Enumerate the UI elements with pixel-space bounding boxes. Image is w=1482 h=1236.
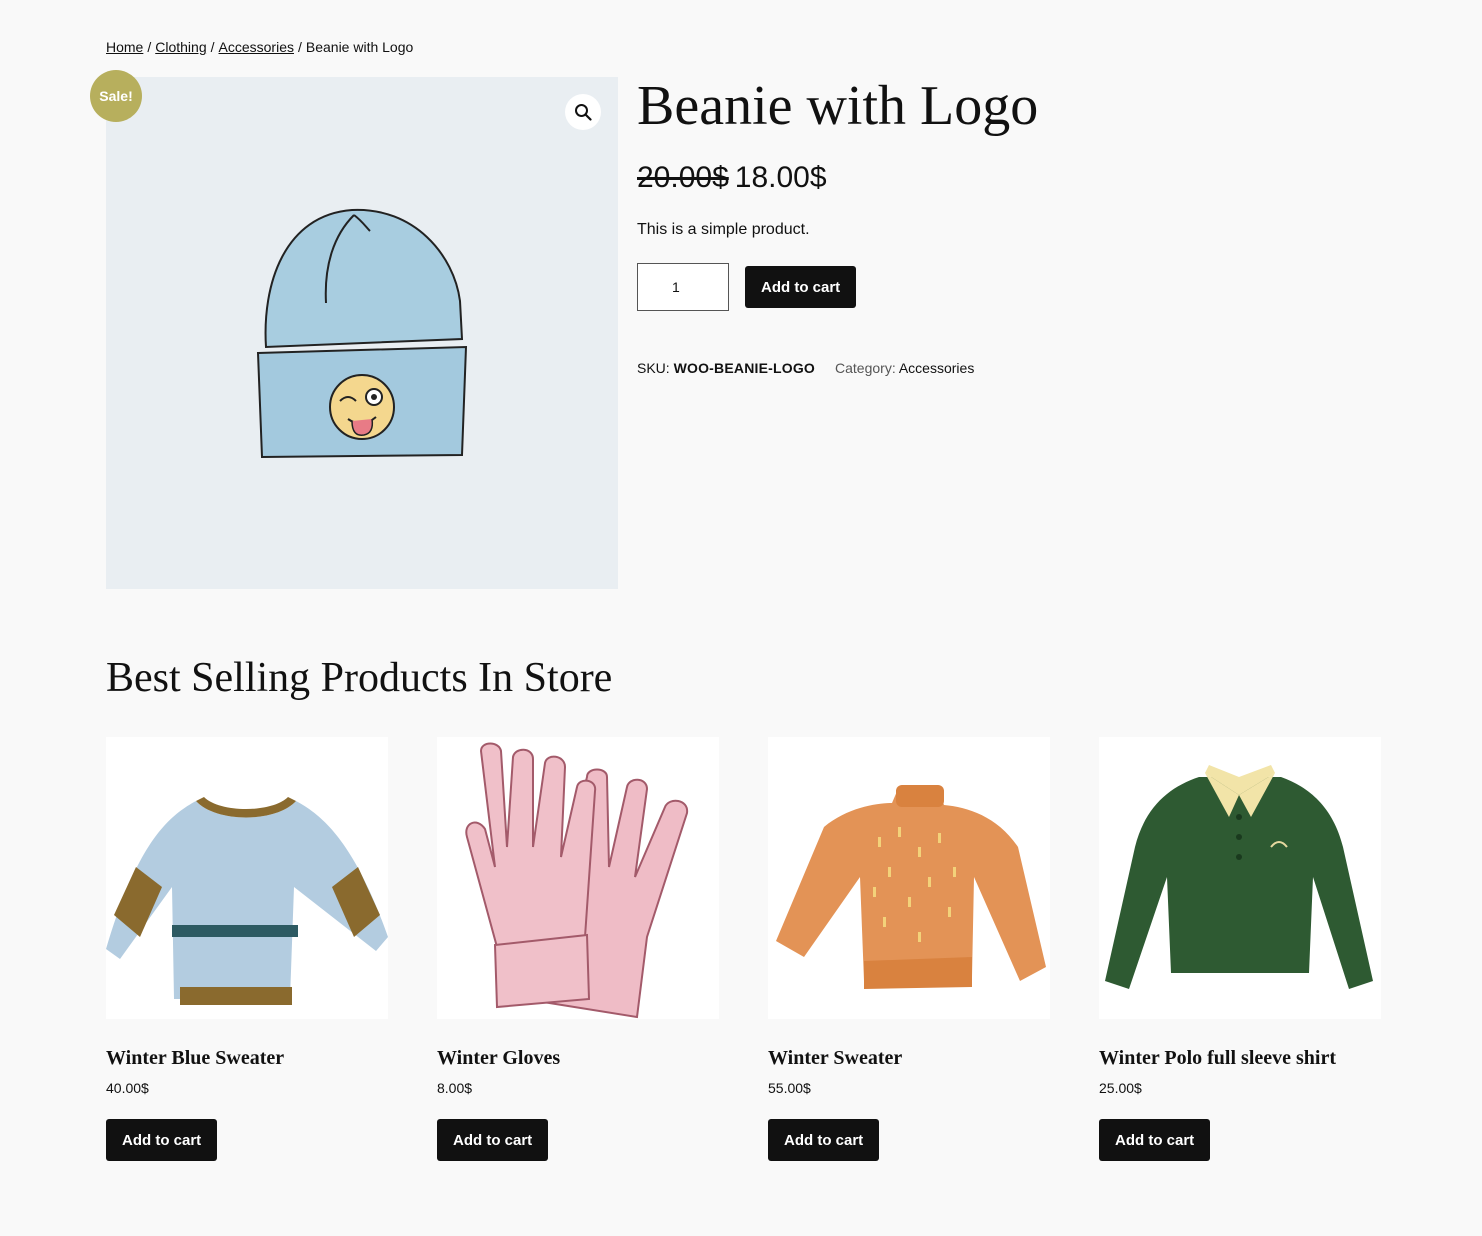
breadcrumb: Home / Clothing / Accessories / Beanie with Lo… bbox=[106, 38, 413, 56]
product-card: Winter Blue Sweater 40.00$ Add to cart bbox=[106, 737, 388, 1161]
product-price: 55.00$ bbox=[768, 1080, 811, 1096]
breadcrumb-home-link[interactable]: Home bbox=[106, 39, 143, 55]
product-name-link[interactable]: Winter Polo full sleeve shirt bbox=[1099, 1045, 1381, 1071]
product-thumbnail-link[interactable] bbox=[768, 737, 1050, 1019]
related-products-title: Best Selling Products In Store bbox=[106, 655, 613, 701]
sale-badge: Sale! bbox=[90, 70, 142, 122]
breadcrumb-separator: / bbox=[297, 39, 302, 55]
orange-sweater-image bbox=[776, 785, 1046, 989]
product-price: 40.00$ bbox=[106, 1080, 149, 1096]
product-card: Winter Gloves 8.00$ Add to cart bbox=[437, 737, 719, 1161]
add-to-cart-button[interactable]: Add to cart bbox=[745, 266, 857, 308]
gloves-image bbox=[465, 742, 689, 1019]
polo-shirt-image bbox=[1105, 765, 1373, 989]
add-to-cart-form: Add to cart bbox=[637, 263, 1397, 311]
product-name-link[interactable]: Winter Gloves bbox=[437, 1045, 719, 1071]
product-thumbnail-link[interactable] bbox=[1099, 737, 1381, 1019]
product-card: Winter Polo full sleeve shirt 25.00$ Add… bbox=[1099, 737, 1381, 1161]
add-to-cart-button[interactable]: Add to cart bbox=[437, 1119, 549, 1161]
product-price: 25.00$ bbox=[1099, 1080, 1142, 1096]
blue-sweater-image bbox=[106, 797, 388, 1005]
product-thumbnail-link[interactable] bbox=[106, 737, 388, 1019]
beanie-image bbox=[256, 208, 468, 459]
short-description: This is a simple product. bbox=[637, 221, 810, 238]
magnifier-icon bbox=[575, 104, 592, 121]
product-gallery[interactable] bbox=[106, 77, 618, 589]
add-to-cart-button[interactable]: Add to cart bbox=[106, 1119, 218, 1161]
category-link[interactable]: Accessories bbox=[899, 360, 974, 376]
add-to-cart-button[interactable]: Add to cart bbox=[768, 1119, 880, 1161]
quantity-input[interactable] bbox=[637, 263, 729, 311]
product-summary: Beanie with Logo 20.00$ 18.00$ This is a … bbox=[637, 74, 1397, 377]
related-products-grid: Winter Blue Sweater 40.00$ Add to cart W… bbox=[106, 737, 1382, 1161]
sku-value: WOO-BEANIE-LOGO bbox=[673, 360, 816, 376]
product-card: Winter Sweater 55.00$ Add to cart bbox=[768, 737, 1050, 1161]
add-to-cart-button[interactable]: Add to cart bbox=[1099, 1119, 1211, 1161]
breadcrumb-separator: / bbox=[210, 39, 215, 55]
breadcrumb-separator: / bbox=[147, 39, 152, 55]
category-label: Category: bbox=[835, 360, 896, 376]
sku-wrapper: SKU: WOO-BEANIE-LOGO bbox=[637, 359, 815, 377]
breadcrumb-clothing-link[interactable]: Clothing bbox=[155, 39, 206, 55]
regular-price: 20.00$ bbox=[637, 161, 729, 194]
product-name-link[interactable]: Winter Blue Sweater bbox=[106, 1045, 388, 1071]
product-thumbnail-link[interactable] bbox=[437, 737, 719, 1019]
product-price: 20.00$ 18.00$ bbox=[637, 160, 1397, 196]
breadcrumb-current: Beanie with Logo bbox=[305, 39, 414, 55]
product-price: 8.00$ bbox=[437, 1080, 473, 1096]
sku-label: SKU: bbox=[637, 360, 670, 376]
product-name-link[interactable]: Winter Sweater bbox=[768, 1045, 1050, 1071]
zoom-button[interactable] bbox=[565, 94, 601, 130]
product-meta: SKU: WOO-BEANIE-LOGO Category: Accessori… bbox=[637, 359, 1397, 377]
product-title: Beanie with Logo bbox=[637, 75, 1039, 137]
sale-price: 18.00$ bbox=[734, 161, 827, 194]
breadcrumb-accessories-link[interactable]: Accessories bbox=[219, 39, 294, 55]
category-wrapper: Category: Accessories bbox=[835, 359, 974, 377]
